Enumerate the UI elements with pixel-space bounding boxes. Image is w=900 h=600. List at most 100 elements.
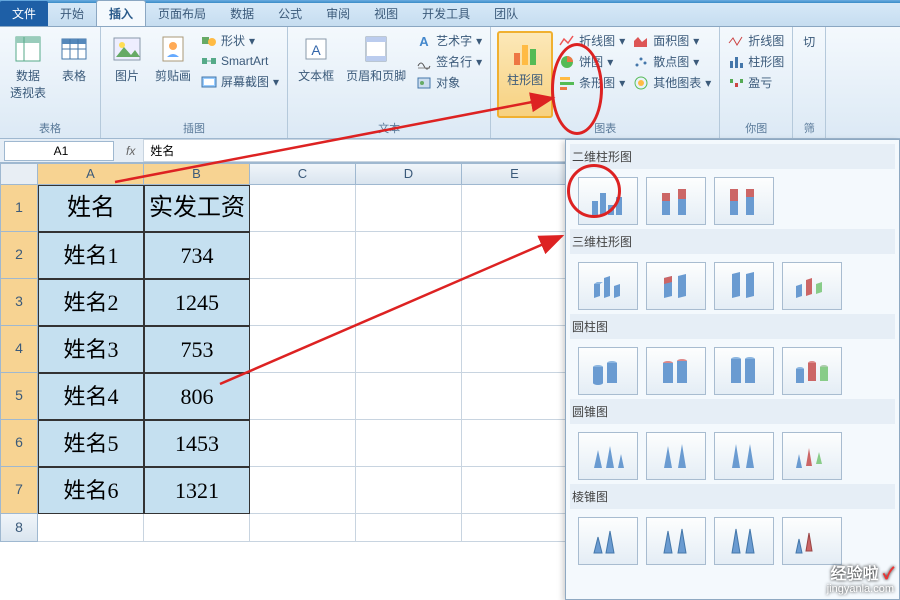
row-header-3[interactable]: 3 xyxy=(0,279,38,326)
tab-team[interactable]: 团队 xyxy=(482,1,530,26)
cell-E1[interactable] xyxy=(462,185,568,232)
cell-B8[interactable] xyxy=(144,514,250,542)
tab-view[interactable]: 视图 xyxy=(362,1,410,26)
cell-A8[interactable] xyxy=(38,514,144,542)
cell-C6[interactable] xyxy=(250,420,356,467)
cell-B2[interactable]: 734 xyxy=(144,232,250,279)
scatter-chart-button[interactable]: 散点图 ▾ xyxy=(631,52,713,71)
textbox-button[interactable]: A 文本框 xyxy=(294,31,338,118)
col-header-E[interactable]: E xyxy=(462,163,568,185)
row-header-5[interactable]: 5 xyxy=(0,373,38,420)
chart-3d-stacked[interactable] xyxy=(646,262,706,310)
select-all-corner[interactable] xyxy=(0,163,38,185)
row-header-8[interactable]: 8 xyxy=(0,514,38,542)
sparkline-line-button[interactable]: 折线图 xyxy=(726,31,786,50)
smartart-button[interactable]: SmartArt xyxy=(199,52,281,70)
object-button[interactable]: 对象 xyxy=(414,73,484,92)
cell-D1[interactable] xyxy=(356,185,462,232)
tab-home[interactable]: 开始 xyxy=(48,1,96,26)
chart-3d-column[interactable] xyxy=(782,262,842,310)
tab-formula[interactable]: 公式 xyxy=(266,1,314,26)
other-chart-button[interactable]: 其他图表 ▾ xyxy=(631,73,713,92)
tab-layout[interactable]: 页面布局 xyxy=(146,1,218,26)
chart-cylinder-4[interactable] xyxy=(782,347,842,395)
chart-pyramid-2[interactable] xyxy=(646,517,706,565)
cell-C3[interactable] xyxy=(250,279,356,326)
chart-3d-clustered[interactable] xyxy=(578,262,638,310)
pie-chart-button[interactable]: 饼图 ▾ xyxy=(557,52,627,71)
cell-C7[interactable] xyxy=(250,467,356,514)
row-header-1[interactable]: 1 xyxy=(0,185,38,232)
chart-2d-stacked[interactable] xyxy=(646,177,706,225)
col-header-C[interactable]: C xyxy=(250,163,356,185)
shapes-button[interactable]: 形状 ▾ xyxy=(199,31,281,50)
header-footer-button[interactable]: 页眉和页脚 xyxy=(342,31,410,118)
chart-2d-100stacked[interactable] xyxy=(714,177,774,225)
chart-cone-2[interactable] xyxy=(646,432,706,480)
table-button[interactable]: 表格 xyxy=(54,31,94,118)
cell-E4[interactable] xyxy=(462,326,568,373)
cell-D3[interactable] xyxy=(356,279,462,326)
cell-E3[interactable] xyxy=(462,279,568,326)
cell-E8[interactable] xyxy=(462,514,568,542)
cell-B6[interactable]: 1453 xyxy=(144,420,250,467)
cell-E7[interactable] xyxy=(462,467,568,514)
tab-file[interactable]: 文件 xyxy=(0,1,48,26)
chart-cylinder-1[interactable] xyxy=(578,347,638,395)
sparkline-column-button[interactable]: 柱形图 xyxy=(726,52,786,71)
chart-cone-4[interactable] xyxy=(782,432,842,480)
cell-C1[interactable] xyxy=(250,185,356,232)
cell-D5[interactable] xyxy=(356,373,462,420)
cell-D2[interactable] xyxy=(356,232,462,279)
chart-2d-clustered[interactable] xyxy=(578,177,638,225)
row-header-7[interactable]: 7 xyxy=(0,467,38,514)
cell-B5[interactable]: 806 xyxy=(144,373,250,420)
chart-3d-100stacked[interactable] xyxy=(714,262,774,310)
cell-B4[interactable]: 753 xyxy=(144,326,250,373)
cell-D6[interactable] xyxy=(356,420,462,467)
cell-A5[interactable]: 姓名4 xyxy=(38,373,144,420)
col-header-B[interactable]: B xyxy=(144,163,250,185)
clipart-button[interactable]: 剪贴画 xyxy=(151,31,195,118)
screenshot-button[interactable]: 屏幕截图 ▾ xyxy=(199,72,281,91)
cell-C2[interactable] xyxy=(250,232,356,279)
cell-D4[interactable] xyxy=(356,326,462,373)
chart-cone-1[interactable] xyxy=(578,432,638,480)
cell-C5[interactable] xyxy=(250,373,356,420)
cell-B7[interactable]: 1321 xyxy=(144,467,250,514)
tab-review[interactable]: 审阅 xyxy=(314,1,362,26)
chart-pyramid-4[interactable] xyxy=(782,517,842,565)
cell-A4[interactable]: 姓名3 xyxy=(38,326,144,373)
chart-cylinder-3[interactable] xyxy=(714,347,774,395)
chart-pyramid-1[interactable] xyxy=(578,517,638,565)
cell-A1[interactable]: 姓名 xyxy=(38,185,144,232)
cell-B1[interactable]: 实发工资 xyxy=(144,185,250,232)
wordart-button[interactable]: A艺术字 ▾ xyxy=(414,31,484,50)
area-chart-button[interactable]: 面积图 ▾ xyxy=(631,31,713,50)
cell-B3[interactable]: 1245 xyxy=(144,279,250,326)
name-box[interactable]: A1 xyxy=(4,141,114,161)
col-header-D[interactable]: D xyxy=(356,163,462,185)
row-header-4[interactable]: 4 xyxy=(0,326,38,373)
chart-cone-3[interactable] xyxy=(714,432,774,480)
cell-E2[interactable] xyxy=(462,232,568,279)
tab-insert[interactable]: 插入 xyxy=(96,0,146,26)
picture-button[interactable]: 图片 xyxy=(107,31,147,118)
column-chart-button[interactable]: 柱形图 xyxy=(497,31,553,118)
cell-A6[interactable]: 姓名5 xyxy=(38,420,144,467)
fx-label[interactable]: fx xyxy=(118,144,143,158)
tab-data[interactable]: 数据 xyxy=(218,1,266,26)
pivot-table-button[interactable]: 数据 透视表 xyxy=(6,31,50,118)
bar-chart-button[interactable]: 条形图 ▾ xyxy=(557,73,627,92)
cell-E5[interactable] xyxy=(462,373,568,420)
line-chart-button[interactable]: 折线图 ▾ xyxy=(557,31,627,50)
cell-A2[interactable]: 姓名1 xyxy=(38,232,144,279)
chart-pyramid-3[interactable] xyxy=(714,517,774,565)
cell-D7[interactable] xyxy=(356,467,462,514)
cell-C8[interactable] xyxy=(250,514,356,542)
cell-E6[interactable] xyxy=(462,420,568,467)
col-header-A[interactable]: A xyxy=(38,163,144,185)
row-header-2[interactable]: 2 xyxy=(0,232,38,279)
cell-D8[interactable] xyxy=(356,514,462,542)
cut-partial[interactable]: 切 xyxy=(799,31,819,52)
